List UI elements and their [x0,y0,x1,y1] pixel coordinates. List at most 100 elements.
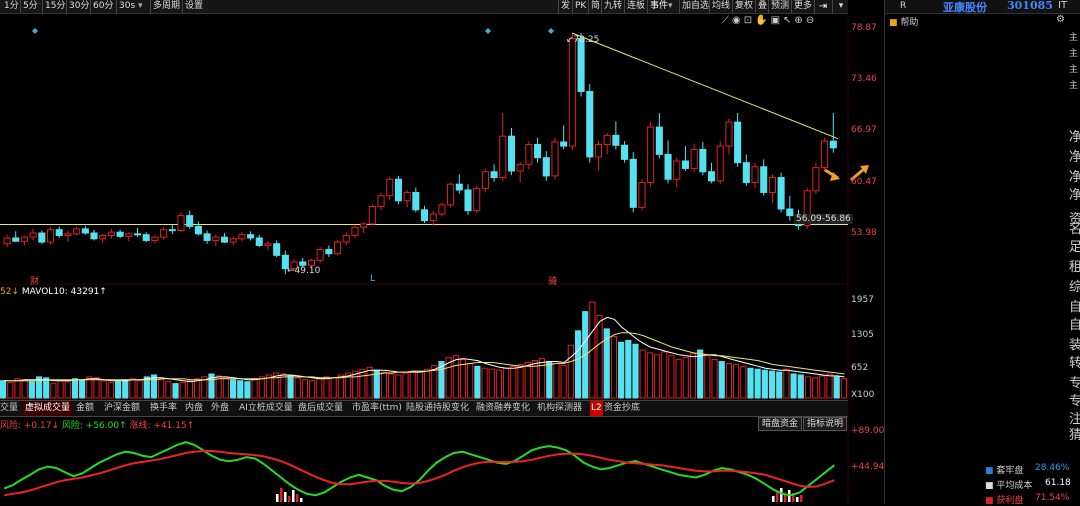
candle-body [786,208,794,217]
tab-bottom-fishing[interactable]: 资金抄底 [604,401,640,416]
event-diamond-marker[interactable] [548,28,554,34]
low-price-annotation: ←49.10 [287,266,321,276]
tab-pe-ttm[interactable]: 市盈率(ttm) [352,401,402,416]
candle-body [46,229,55,243]
volume-bar [388,373,395,399]
tab-turnover[interactable]: 换手率 [150,401,177,416]
tab-virtual-volume[interactable]: 虚拟成交量 [22,401,74,416]
l-marker[interactable]: L [370,274,375,284]
event-diamond-marker[interactable] [32,28,38,34]
tab-inner[interactable]: 内盘 [185,401,203,416]
volume-bar [553,362,560,399]
candle-body [751,166,759,184]
settings-gear-icon[interactable]: ⚙ [1056,14,1065,25]
side-label: 主 [1069,49,1079,59]
tab-institution[interactable]: 机构探测器 [537,401,582,416]
indicator-histogram-bar [292,490,295,502]
candle-body [255,237,263,246]
volume-bar [14,378,21,399]
candle-body [638,182,646,208]
side-label: 自 [1069,300,1080,315]
dark-pool-funds-button[interactable]: 暗盘资金 [758,417,803,431]
candle-body [647,126,655,184]
volume-bar [560,364,567,399]
candle-body [264,243,272,246]
candle-body [699,148,707,173]
price-axis-label: 73.46 [851,74,877,84]
candle-body [534,143,542,159]
volume-bar [704,355,711,399]
side-label: 自 [1069,318,1080,333]
candle-body [621,144,629,160]
volume-bar [136,380,143,399]
candle-body [829,140,837,149]
tab-ai-volume[interactable]: AI立桩成交量 [239,401,293,416]
candle-body [777,177,785,210]
candle-body [473,187,481,212]
side-label: 足 [1069,240,1080,255]
news-marker[interactable]: 骑 [548,274,557,287]
candle-body [160,229,168,238]
tab-northbound[interactable]: 陆股通持股变化 [406,401,469,416]
volume-ma5-line [3,316,845,383]
volume-axis-unit: X100 [851,390,875,400]
help-button[interactable]: ■ 帮助 [889,15,918,28]
volume-bar [194,378,201,399]
indicator-histogram-bar [280,488,283,502]
candle-body [455,183,463,191]
side-label: 转 [1069,356,1080,371]
stock-code-letter: R [900,1,907,11]
candle-body [212,236,220,241]
volume-bar [229,379,237,399]
candle-body [707,171,716,182]
tab-volume[interactable]: 交量 [0,401,18,416]
price-axis-label: 66.97 [851,125,877,135]
candle-body [368,206,376,225]
candle-body [299,261,307,266]
volume-bar [826,373,833,399]
side-label: 净 [1069,130,1080,145]
candle-body [377,195,385,208]
volume-axis-label: 1305 [851,330,874,340]
help-icon: ■ [889,18,898,28]
it-label: IT [1058,0,1068,11]
candle-body [351,226,359,236]
volume-bar [107,382,114,399]
side-label: 名 [1069,222,1080,237]
event-diamond-marker[interactable] [485,28,491,34]
l2-badge[interactable]: L2 [590,401,603,416]
indicator-histogram-group [276,488,803,502]
finance-marker[interactable]: 财 [30,274,39,287]
indicator-histogram-bar [288,496,291,502]
volume-bar [43,377,50,399]
indicator-histogram-bar [776,492,779,502]
candle-body [507,135,516,172]
tab-after-hours[interactable]: 盘后成交量 [298,401,343,416]
volume-bar [57,380,64,399]
volume-bar [495,369,503,399]
volume-bar [395,374,402,399]
candle-body [586,90,594,158]
tab-outer[interactable]: 外盘 [211,401,229,416]
volume-bar [237,380,244,399]
candle-body [594,143,603,158]
volume-bar [129,378,136,399]
side-label: 综 [1069,280,1080,295]
tab-margin[interactable]: 融资融券变化 [476,401,530,416]
high-price-annotation: ↙78.25 [566,35,600,45]
volume-bar [538,358,546,399]
indicator-help-button[interactable]: 指标说明 [803,417,848,431]
stock-info-panel: R 亚康股份 301085 IT ■ 帮助 ⚙ ■ 套牢盘 28.46% ■ 平… [884,0,1080,506]
tab-amount[interactable]: 金额 [76,401,94,416]
tab-hs-amount[interactable]: 沪深金额 [104,401,140,416]
candle-body [273,243,281,256]
indicator-rise-value: 涨线: +41.15↑ [129,421,195,431]
chip-stat-value: 61.18 [1045,478,1071,488]
volume-bar [733,363,740,399]
volume-bar [122,379,129,399]
volume-bar [79,379,86,399]
candle-body [107,231,115,236]
indicator-histogram-bar [772,496,775,502]
candles-group [3,32,837,275]
volume-bar [646,352,653,399]
